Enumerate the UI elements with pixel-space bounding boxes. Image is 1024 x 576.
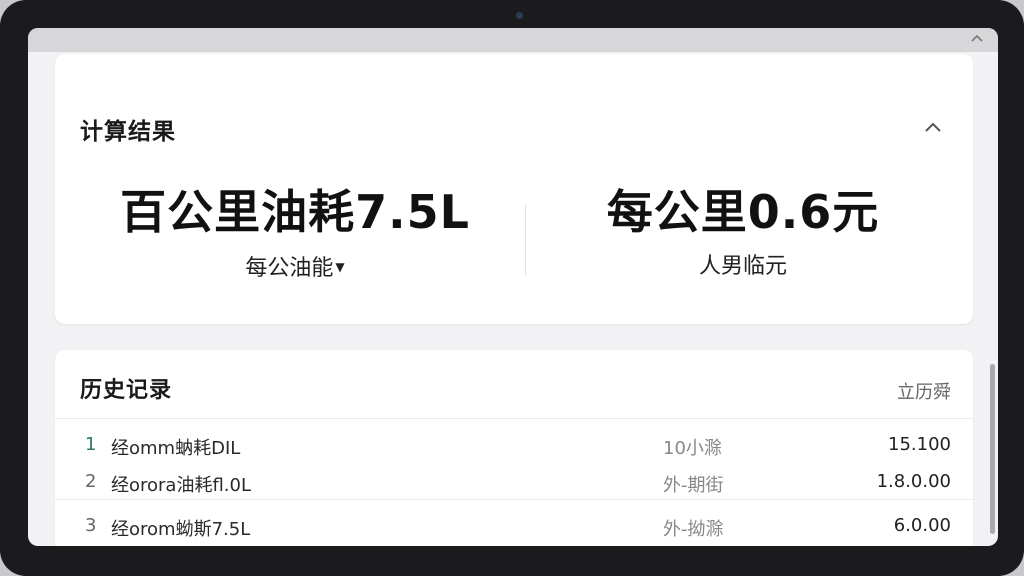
row-time: 外-拗滁: [663, 519, 724, 540]
row-description: 经omm蚋耗DIL: [111, 438, 241, 459]
history-divider: [55, 418, 973, 419]
history-title: 历史记录: [80, 378, 173, 403]
result-title: 计算结果: [80, 119, 176, 145]
chevron-up-icon[interactable]: [921, 116, 945, 140]
scrollbar[interactable]: [990, 364, 995, 534]
row-amount: 1.8.0.00: [876, 471, 951, 492]
row-index: 3: [85, 515, 97, 536]
row-index: 1: [85, 434, 97, 455]
tablet-frame: 计算结果 百公里油耗7.5L 每公油能 ▼ 每公里0.6元 人男临元 历史记录 立…: [0, 0, 1024, 576]
history-action-link[interactable]: 立历舜: [897, 378, 951, 404]
camera-dot: [516, 12, 523, 19]
history-divider: [55, 499, 973, 500]
row-index: 2: [85, 471, 97, 492]
row-description: 经orom蚴斯7.5L: [111, 519, 251, 540]
caret-down-icon: ▼: [335, 260, 345, 274]
row-amount: 15.100: [888, 434, 951, 455]
row-time: 10小滁: [663, 438, 722, 459]
cost-per-km-metric: 每公里0.6元 人男临元: [523, 184, 963, 282]
row-description: 经orora油耗fl.0L: [111, 475, 252, 496]
unit-selector[interactable]: 每公油能 ▼: [75, 252, 515, 284]
chevron-up-icon[interactable]: [970, 31, 984, 45]
result-card: 计算结果 百公里油耗7.5L 每公油能 ▼ 每公里0.6元 人男临元: [55, 54, 973, 324]
fuel-consumption-value: 百公里油耗7.5L: [120, 185, 470, 239]
row-amount: 6.0.00: [893, 515, 951, 536]
history-row[interactable]: 2 经orora油耗fl.0L 外-期街 1.8.0.00: [55, 463, 973, 499]
history-card: 历史记录 立历舜 1 经omm蚋耗DIL 10小滁 15.100 2 经oror…: [55, 350, 973, 546]
top-bar: [28, 28, 998, 52]
app-screen: 计算结果 百公里油耗7.5L 每公油能 ▼ 每公里0.6元 人男临元 历史记录 立…: [28, 28, 998, 546]
history-row[interactable]: 3 经orom蚴斯7.5L 外-拗滁 6.0.00: [55, 507, 973, 543]
fuel-per-100km-metric: 百公里油耗7.5L 每公油能 ▼: [75, 184, 515, 284]
cost-caption: 人男临元: [698, 254, 787, 279]
unit-selector-label: 每公油能: [245, 256, 334, 281]
history-row[interactable]: 1 经omm蚋耗DIL 10小滁 15.100: [55, 426, 973, 462]
cost-per-km-value: 每公里0.6元: [606, 185, 880, 239]
row-time: 外-期街: [663, 475, 724, 496]
